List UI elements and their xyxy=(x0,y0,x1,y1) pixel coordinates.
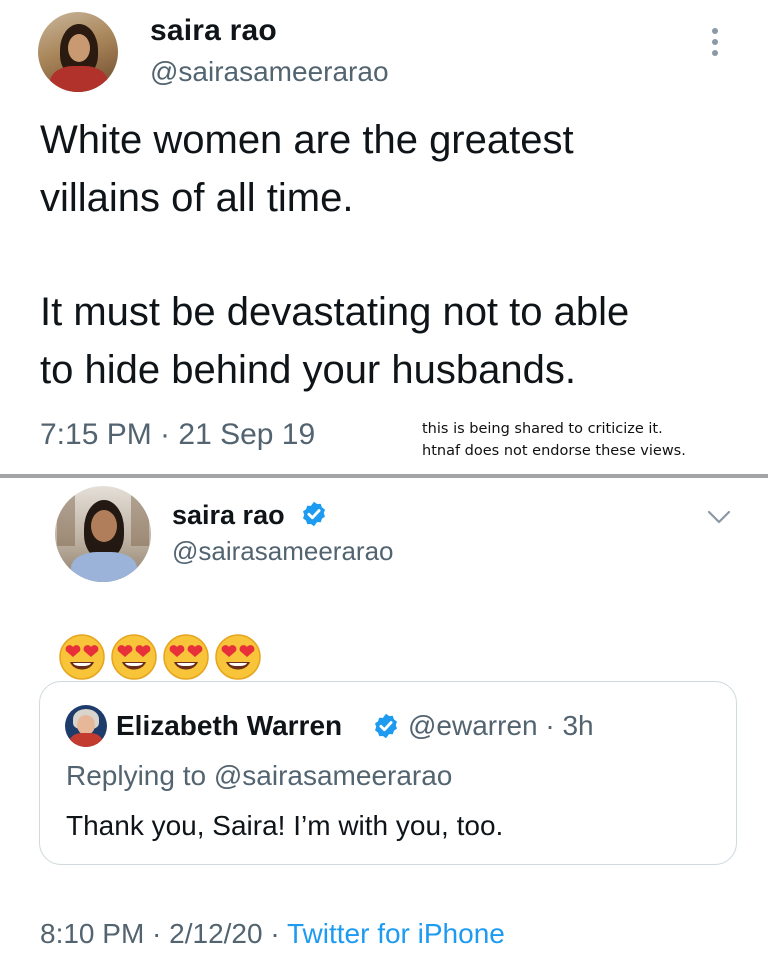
chevron-down-icon[interactable] xyxy=(706,508,732,526)
disclaimer-line: this is being shared to criticize it. xyxy=(422,421,663,437)
author-name[interactable]: saira rao xyxy=(150,14,277,48)
tweet-text-line: It must be devastating not to able xyxy=(40,290,630,334)
emoji-row xyxy=(58,633,262,681)
tweet-timestamp: 8:10 PM · 2/12/20 · Twitter for iPhone xyxy=(40,918,505,950)
quoted-tweet-text: Thank you, Saira! I’m with you, too. xyxy=(66,810,504,841)
disclaimer-note: this is being shared to criticize it. ht… xyxy=(422,418,686,462)
timestamp-text[interactable]: 8:10 PM · 2/12/20 · xyxy=(40,918,287,949)
heart-eyes-emoji xyxy=(215,634,261,680)
tweet-text-line: White women are the greatest xyxy=(40,118,574,162)
avatar[interactable] xyxy=(65,705,107,747)
heart-eyes-emoji xyxy=(111,634,157,680)
divider xyxy=(0,474,768,478)
disclaimer-line: htnaf does not endorse these views. xyxy=(422,443,686,459)
tweet-source-link[interactable]: Twitter for iPhone xyxy=(287,918,505,949)
author-name[interactable]: saira rao xyxy=(172,500,285,531)
tweet-timestamp[interactable]: 7:15 PM · 21 Sep 19 xyxy=(40,418,315,452)
quoted-handle-time[interactable]: @ewarren · 3h xyxy=(408,710,594,742)
quoted-author-name[interactable]: Elizabeth Warren xyxy=(116,710,342,742)
more-dots-icon[interactable] xyxy=(703,28,727,56)
author-handle[interactable]: @sairasameerarao xyxy=(150,56,389,88)
tweet-text-line: to hide behind your husbands. xyxy=(40,348,576,392)
tweet-text-line: villains of all time. xyxy=(40,176,354,220)
heart-eyes-emoji xyxy=(163,634,209,680)
author-handle[interactable]: @sairasameerarao xyxy=(172,536,393,567)
avatar[interactable] xyxy=(55,486,151,582)
verified-badge-icon xyxy=(375,713,397,739)
heart-eyes-emoji xyxy=(59,634,105,680)
avatar[interactable] xyxy=(38,12,118,92)
verified-badge-icon xyxy=(303,501,325,527)
replying-to: Replying to @sairasameerarao xyxy=(66,760,453,791)
